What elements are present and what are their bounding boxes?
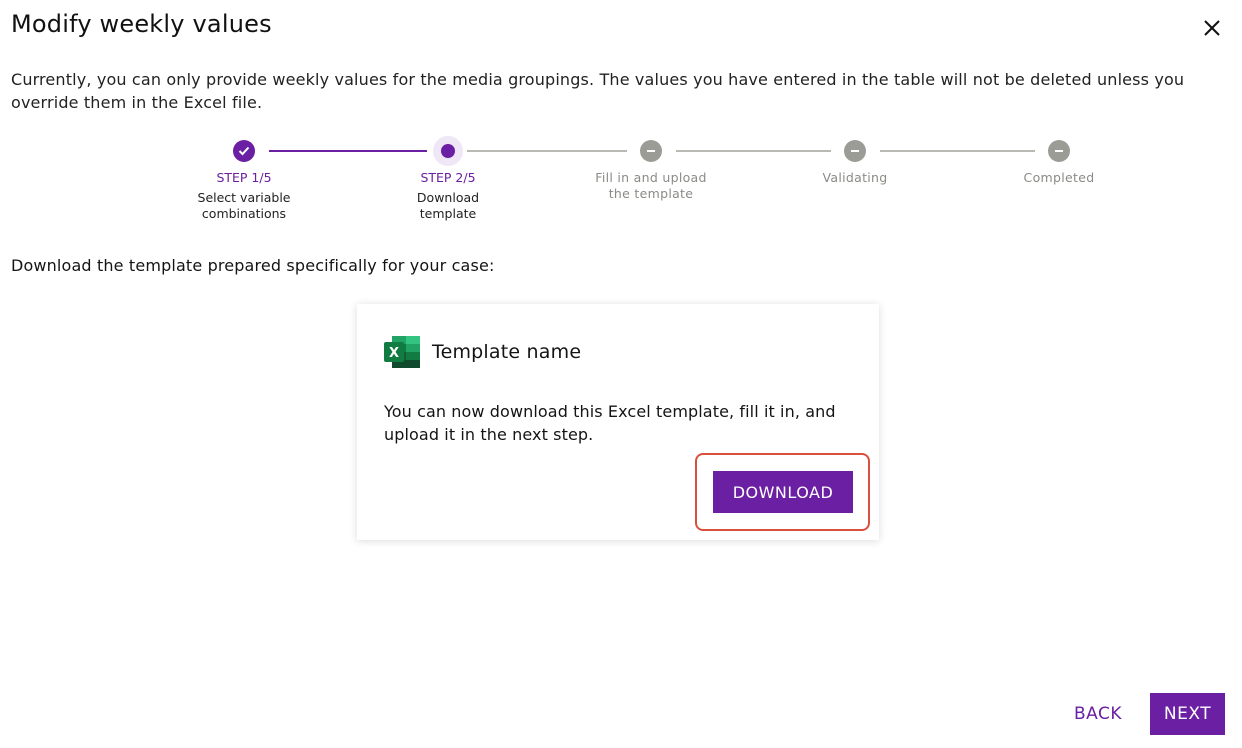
back-button[interactable]: BACK: [1062, 693, 1134, 735]
dialog-intro-text: Currently, you can only provide weekly v…: [11, 70, 1185, 112]
progress-stepper: STEP 1/5 Select variable combinations ST…: [0, 136, 1242, 237]
step-completed: Completed: [984, 137, 1134, 186]
step-fill-in-upload: Fill in and upload the template: [576, 137, 726, 202]
svg-text:X: X: [389, 346, 399, 361]
step-number-label: STEP 1/5: [216, 170, 272, 185]
step-description: Select variable combinations: [197, 190, 291, 221]
step-pending-icon: [1048, 140, 1070, 162]
template-name: Template name: [432, 341, 582, 363]
section-subheading: Download the template prepared specifica…: [11, 256, 495, 275]
step-download-template: STEP 2/5 Download template: [373, 136, 523, 222]
step-pending-icon: [640, 140, 662, 162]
step-pending-icon: [844, 140, 866, 162]
step-done-check-icon: [233, 140, 255, 162]
step-description: Download template: [416, 190, 480, 221]
step-description: Validating: [822, 170, 888, 185]
template-card: X Template name You can now download thi…: [357, 304, 879, 540]
step-validating: Validating: [780, 137, 930, 186]
next-button[interactable]: NEXT: [1150, 693, 1225, 735]
close-icon[interactable]: [1202, 18, 1222, 38]
step-number-label: STEP 2/5: [420, 170, 476, 185]
step-select-variable-combinations: STEP 1/5 Select variable combinations: [169, 137, 319, 222]
dialog-title: Modify weekly values: [11, 10, 272, 38]
excel-icon: X: [384, 336, 420, 368]
step-description: Fill in and upload the template: [595, 170, 707, 201]
modify-weekly-values-dialog: Modify weekly values Currently, you can …: [0, 0, 1242, 748]
template-description: You can now download this Excel template…: [384, 402, 836, 444]
step-active-dot-icon: [433, 136, 463, 166]
download-button[interactable]: DOWNLOAD: [713, 471, 853, 513]
step-description: Completed: [1023, 170, 1095, 185]
